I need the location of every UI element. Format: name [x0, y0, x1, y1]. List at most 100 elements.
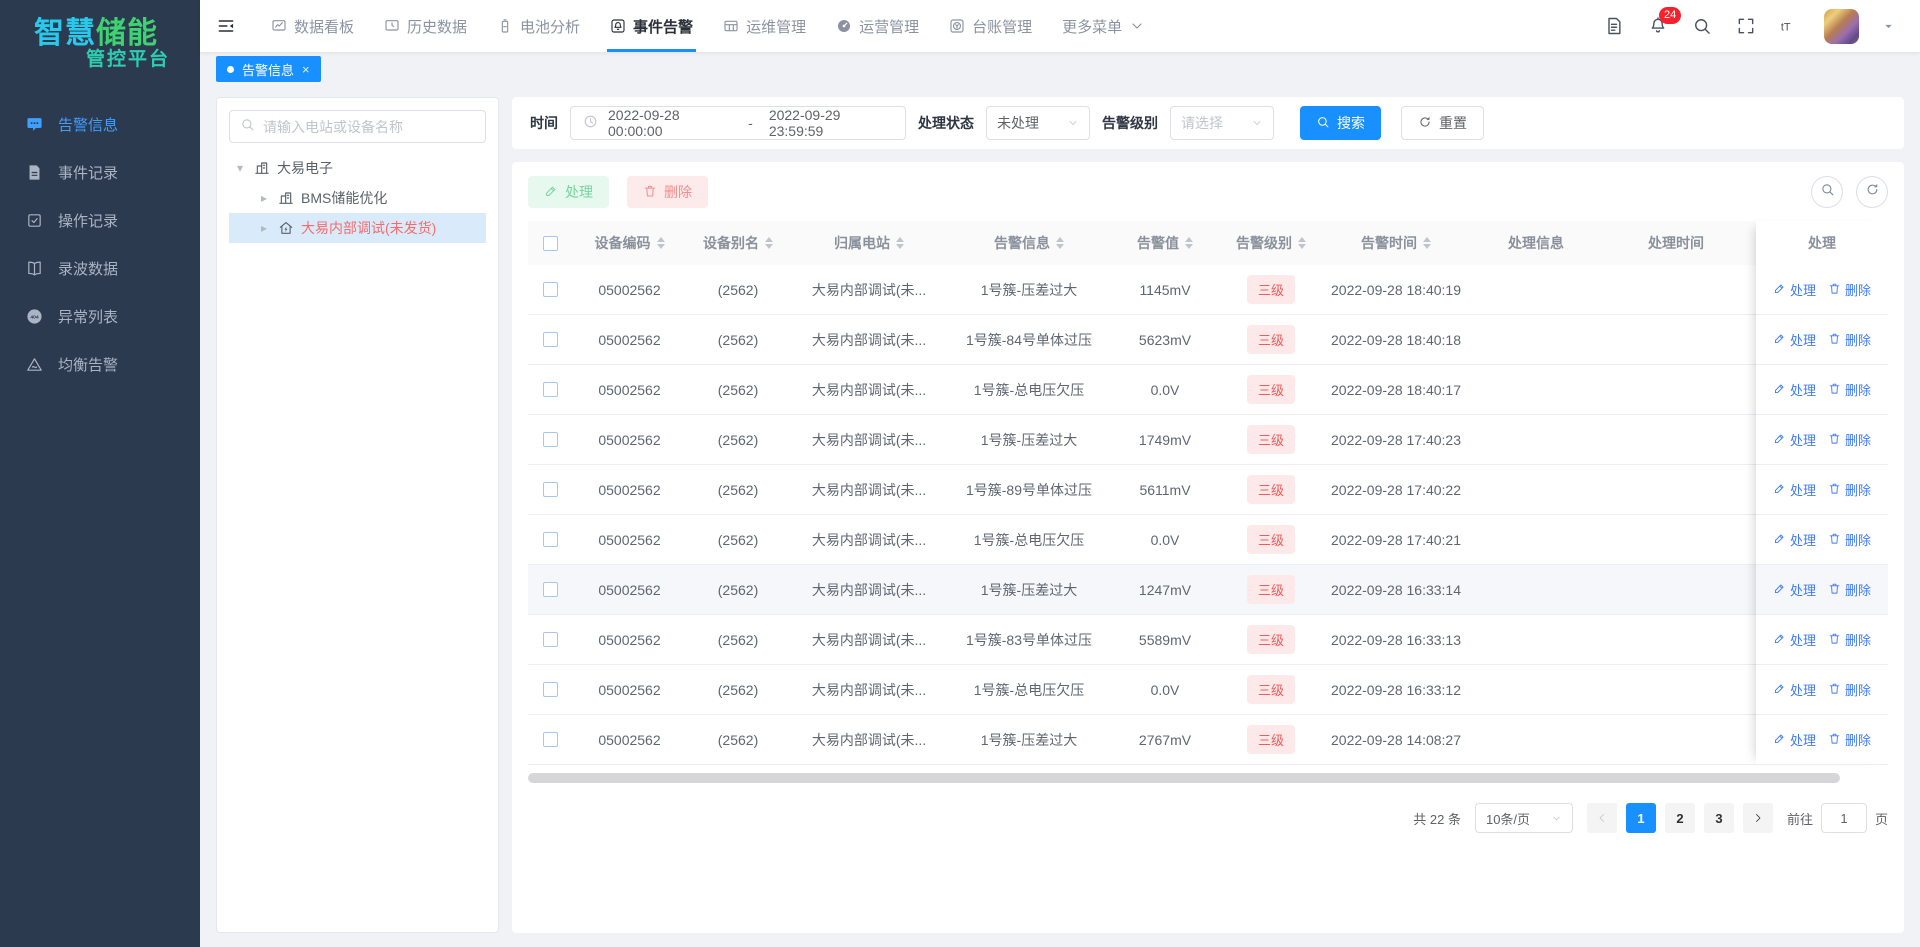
- nav-item-5[interactable]: 运营管理: [821, 0, 934, 52]
- column-header-3[interactable]: 告警信息: [949, 233, 1109, 253]
- column-header-4[interactable]: 告警值: [1109, 233, 1221, 253]
- row-delete-link[interactable]: 删除: [1828, 730, 1871, 749]
- page-size-select[interactable]: 10条/页: [1475, 803, 1573, 833]
- sidebar-item-0[interactable]: 告警信息: [0, 104, 200, 144]
- trash-icon: [1828, 382, 1841, 398]
- row-process-link[interactable]: 处理: [1773, 680, 1816, 699]
- page-button-1[interactable]: 1: [1626, 803, 1656, 833]
- row-delete-link[interactable]: 删除: [1828, 480, 1871, 499]
- column-header-6[interactable]: 告警时间: [1321, 233, 1471, 253]
- next-page-button[interactable]: [1743, 803, 1773, 833]
- row-delete-link[interactable]: 删除: [1828, 330, 1871, 349]
- row-process-link[interactable]: 处理: [1773, 430, 1816, 449]
- tree-caret-icon[interactable]: ▾: [233, 161, 247, 175]
- batch-process-button[interactable]: 处理: [528, 176, 609, 208]
- select-all-checkbox[interactable]: [543, 236, 558, 251]
- sort-icon[interactable]: [765, 237, 773, 249]
- notifications-bell-icon[interactable]: 24: [1648, 16, 1668, 36]
- row-checkbox[interactable]: [543, 732, 558, 747]
- status-select[interactable]: 未处理: [986, 106, 1090, 140]
- row-process-link[interactable]: 处理: [1773, 530, 1816, 549]
- row-process-link[interactable]: 处理: [1773, 280, 1816, 299]
- row-process-link[interactable]: 处理: [1773, 730, 1816, 749]
- row-checkbox[interactable]: [543, 382, 558, 397]
- column-header-2[interactable]: 归属电站: [789, 233, 949, 253]
- page-button-2[interactable]: 2: [1665, 803, 1695, 833]
- tab-alarm-info[interactable]: 告警信息 ×: [216, 56, 321, 82]
- nav-item-1[interactable]: 历史数据: [369, 0, 482, 52]
- level-select[interactable]: 请选择: [1170, 106, 1274, 140]
- tree-node[interactable]: ▸ 大易内部调试(未发货): [229, 213, 486, 243]
- row-checkbox[interactable]: [543, 682, 558, 697]
- nav-item-6[interactable]: 台账管理: [934, 0, 1047, 52]
- table-refresh-button[interactable]: [1856, 176, 1888, 208]
- reset-button[interactable]: 重置: [1401, 106, 1484, 140]
- document-log-icon[interactable]: [1604, 16, 1624, 36]
- row-actions: 处理 删除: [1756, 615, 1888, 665]
- row-delete-link[interactable]: 删除: [1828, 280, 1871, 299]
- row-process-link[interactable]: 处理: [1773, 580, 1816, 599]
- row-checkbox[interactable]: [543, 432, 558, 447]
- row-checkbox[interactable]: [543, 532, 558, 547]
- table-search-button[interactable]: [1811, 176, 1843, 208]
- sort-icon[interactable]: [657, 237, 665, 249]
- row-delete-link[interactable]: 删除: [1828, 580, 1871, 599]
- sidebar-item-3[interactable]: 录波数据: [0, 248, 200, 288]
- column-header-5[interactable]: 告警级别: [1221, 233, 1321, 253]
- tree-caret-icon[interactable]: ▸: [257, 221, 271, 235]
- column-header-0[interactable]: 设备编码: [572, 233, 687, 253]
- tab-close-icon[interactable]: ×: [302, 62, 310, 77]
- font-size-icon[interactable]: tT: [1780, 16, 1800, 36]
- row-checkbox[interactable]: [543, 332, 558, 347]
- row-process-link[interactable]: 处理: [1773, 630, 1816, 649]
- user-menu-chevron-down-icon[interactable]: [1883, 21, 1894, 32]
- tree-caret-icon[interactable]: ▸: [257, 191, 271, 205]
- tree-node[interactable]: ▾ 大易电子: [229, 153, 486, 183]
- date-range-input[interactable]: 2022-09-28 00:00:00 - 2022-09-29 23:59:5…: [570, 106, 906, 140]
- search-button[interactable]: 搜索: [1300, 106, 1381, 140]
- row-process-link[interactable]: 处理: [1773, 480, 1816, 499]
- row-checkbox[interactable]: [543, 482, 558, 497]
- row-delete-link[interactable]: 删除: [1828, 530, 1871, 549]
- row-checkbox[interactable]: [543, 632, 558, 647]
- row-delete-link[interactable]: 删除: [1828, 430, 1871, 449]
- station-icon: [278, 220, 294, 236]
- row-process-link[interactable]: 处理: [1773, 380, 1816, 399]
- date-range-separator: -: [742, 115, 759, 131]
- row-delete-link[interactable]: 删除: [1828, 630, 1871, 649]
- column-header-1[interactable]: 设备别名: [687, 233, 789, 253]
- search-icon[interactable]: [1692, 16, 1712, 36]
- nav-item-4[interactable]: 运维管理: [708, 0, 821, 52]
- tree-node[interactable]: ▸ BMS储能优化: [229, 183, 486, 213]
- tree-search-input[interactable]: [263, 119, 475, 135]
- nav-item-7[interactable]: 更多菜单: [1047, 0, 1160, 52]
- avatar[interactable]: [1824, 9, 1859, 44]
- sort-icon[interactable]: [1185, 237, 1193, 249]
- sidebar-item-1[interactable]: 事件记录: [0, 152, 200, 192]
- sidebar-item-2[interactable]: 操作记录: [0, 200, 200, 240]
- row-delete-link[interactable]: 删除: [1828, 380, 1871, 399]
- row-checkbox[interactable]: [543, 582, 558, 597]
- nav-item-2[interactable]: 电池分析: [482, 0, 595, 52]
- batch-delete-button[interactable]: 删除: [627, 176, 708, 208]
- collapse-menu-icon[interactable]: [216, 16, 236, 36]
- sort-icon[interactable]: [896, 237, 904, 249]
- sort-icon[interactable]: [1423, 237, 1431, 249]
- fullscreen-icon[interactable]: [1736, 16, 1756, 36]
- sort-icon[interactable]: [1298, 237, 1306, 249]
- nav-item-0[interactable]: 数据看板: [256, 0, 369, 52]
- goto-page-input[interactable]: [1821, 803, 1867, 833]
- row-delete-link[interactable]: 删除: [1828, 680, 1871, 699]
- prev-page-button[interactable]: [1587, 803, 1617, 833]
- cell-alarm-value: 2767mV: [1109, 732, 1221, 748]
- 404-icon: 404: [26, 308, 43, 325]
- sidebar-item-4[interactable]: 404 异常列表: [0, 296, 200, 336]
- horizontal-scrollbar-thumb[interactable]: [528, 773, 1840, 783]
- table-row: 05002562 (2562) 大易内部调试(未... 1号簇-压差过大 174…: [528, 415, 1888, 465]
- page-button-3[interactable]: 3: [1704, 803, 1734, 833]
- nav-item-3[interactable]: 事件告警: [595, 0, 708, 52]
- row-checkbox[interactable]: [543, 282, 558, 297]
- row-process-link[interactable]: 处理: [1773, 330, 1816, 349]
- sidebar-item-5[interactable]: 均衡告警: [0, 344, 200, 384]
- sort-icon[interactable]: [1056, 237, 1064, 249]
